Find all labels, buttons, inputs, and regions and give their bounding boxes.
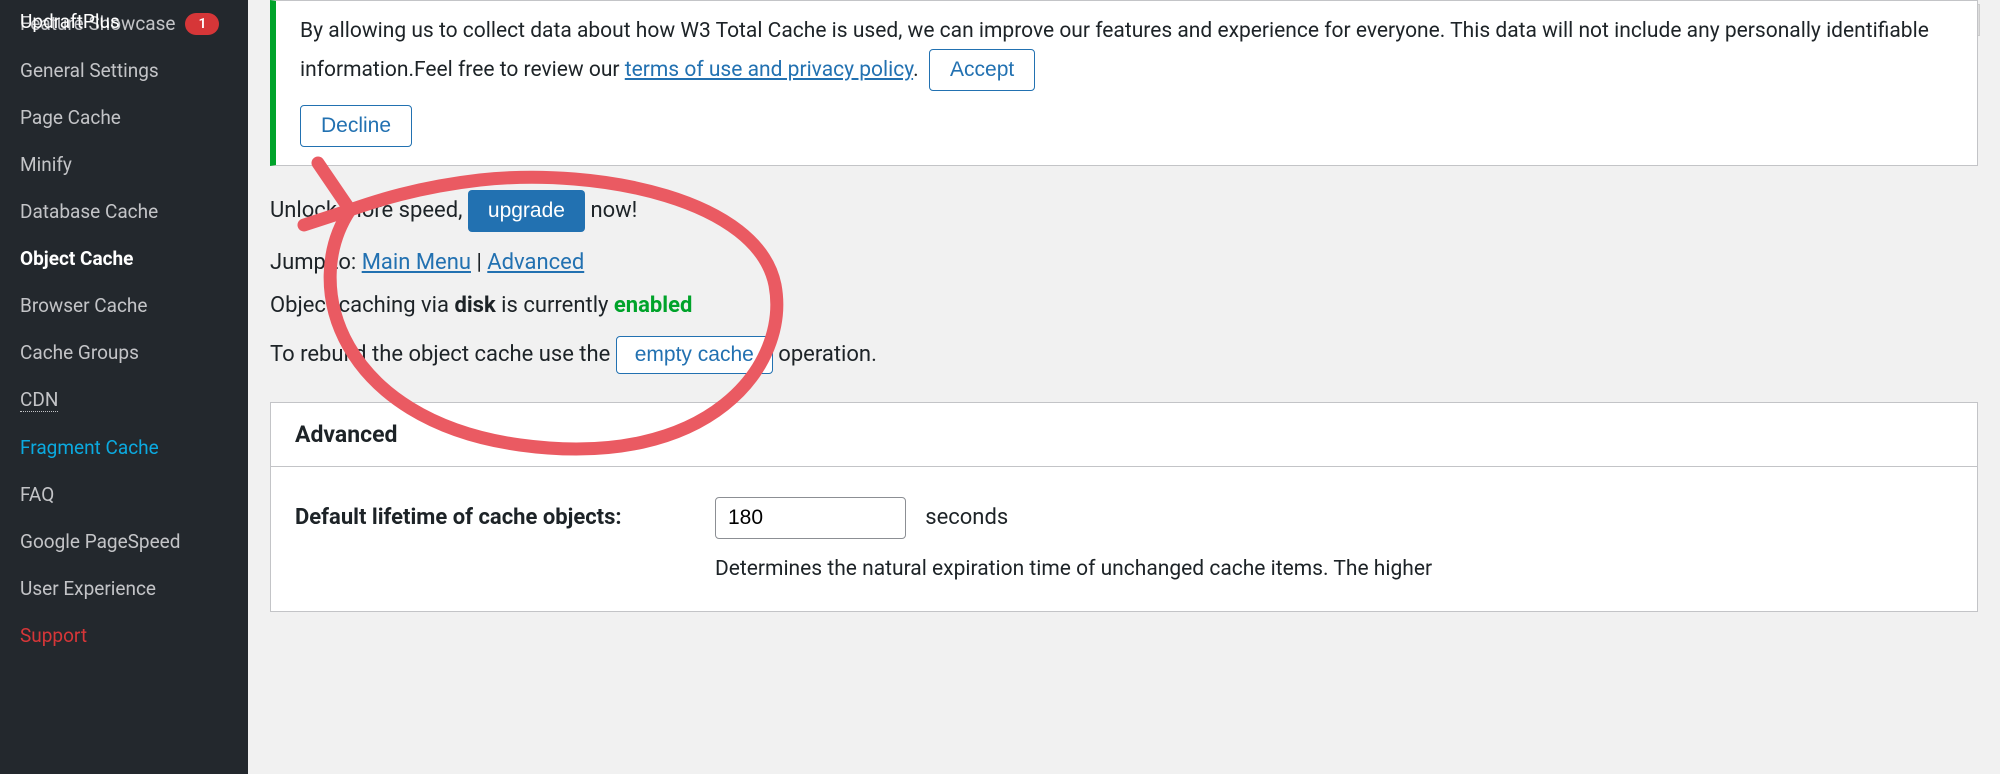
sidebar-item-database-cache[interactable]: Database Cache <box>0 188 248 235</box>
upgrade-button[interactable]: upgrade <box>468 190 585 232</box>
jump-to-nav: Jump to: Main Menu | Advanced <box>270 250 1978 275</box>
sidebar-item-updraftplus-overlay[interactable]: UpdraftPlus <box>20 10 120 33</box>
sidebar-item-cache-groups[interactable]: Cache Groups <box>0 329 248 376</box>
setting-label: Default lifetime of cache objects: <box>295 497 715 530</box>
sidebar-item-minify[interactable]: Minify <box>0 141 248 188</box>
cache-status: Object caching via disk is currently ena… <box>270 293 1978 318</box>
sidebar-item-general-settings[interactable]: General Settings <box>0 47 248 94</box>
decline-button[interactable]: Decline <box>300 105 412 147</box>
sidebar-item-browser-cache[interactable]: Browser Cache <box>0 282 248 329</box>
default-lifetime-input[interactable] <box>715 497 906 539</box>
sidebar-item-google-pagespeed[interactable]: Google PageSpeed <box>0 518 248 565</box>
setting-description: Determines the natural expiration time o… <box>715 557 1953 581</box>
advanced-heading: Advanced <box>271 403 1977 467</box>
usage-tracking-notice: By allowing us to collect data about how… <box>270 0 1978 166</box>
notice-text: By allowing us to collect data about how… <box>300 19 1929 82</box>
admin-sidebar: Feature Showcase 1 UpdraftPlus General S… <box>0 0 248 774</box>
units-label: seconds <box>925 505 1008 530</box>
advanced-box: Advanced Default lifetime of cache objec… <box>270 402 1978 612</box>
sidebar-item-user-experience[interactable]: User Experience <box>0 565 248 612</box>
update-badge: 1 <box>185 13 219 35</box>
main-content: By allowing us to collect data about how… <box>248 0 2000 774</box>
jump-advanced-link[interactable]: Advanced <box>487 250 584 275</box>
sidebar-item-support[interactable]: Support <box>0 612 248 659</box>
cache-method: disk <box>454 293 495 318</box>
terms-link[interactable]: terms of use and privacy policy <box>625 58 913 82</box>
cache-state: enabled <box>614 293 692 318</box>
sidebar-item-fragment-cache[interactable]: Fragment Cache <box>0 424 248 471</box>
sidebar-item-feature-showcase[interactable]: Feature Showcase 1 UpdraftPlus <box>0 0 248 47</box>
setting-default-lifetime: Default lifetime of cache objects: secon… <box>295 497 1953 581</box>
upgrade-row: Unlock more speed, upgrade now! <box>270 190 1978 232</box>
sidebar-item-page-cache[interactable]: Page Cache <box>0 94 248 141</box>
sidebar-item-object-cache[interactable]: Object Cache <box>0 235 248 282</box>
accept-button[interactable]: Accept <box>929 49 1035 91</box>
sidebar-item-cdn[interactable]: CDN <box>0 376 248 424</box>
jump-main-menu-link[interactable]: Main Menu <box>362 250 471 275</box>
sidebar-item-faq[interactable]: FAQ <box>0 471 248 518</box>
empty-cache-button[interactable]: empty cache <box>616 336 773 374</box>
rebuild-row: To rebuild the object cache use the empt… <box>270 336 1978 374</box>
